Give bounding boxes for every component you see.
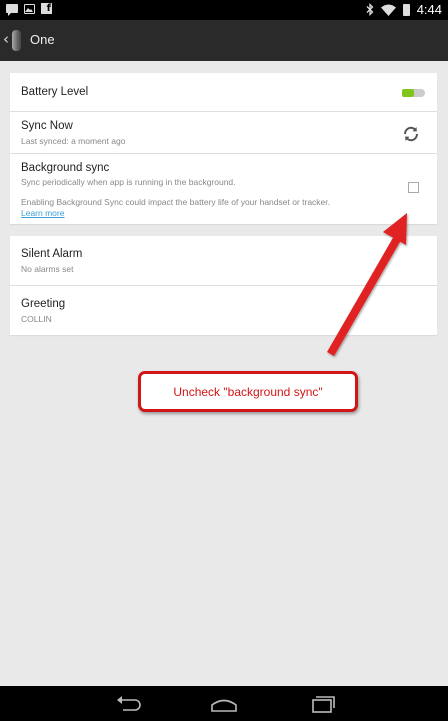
clock: 4:44 bbox=[416, 2, 442, 17]
recents-icon[interactable] bbox=[307, 694, 337, 714]
background-sync-label: Background sync bbox=[21, 162, 110, 174]
tracker-device-icon[interactable] bbox=[12, 30, 21, 51]
last-synced-text: Last synced: a moment ago bbox=[21, 136, 126, 146]
battery-level-label: Battery Level bbox=[21, 86, 89, 98]
silent-alarm-label: Silent Alarm bbox=[21, 248, 83, 260]
page-title: One bbox=[30, 32, 55, 47]
device-settings-card: Battery Level Sync Now Last synced: a mo… bbox=[10, 73, 437, 224]
alarm-greeting-card: Silent Alarm No alarms set Greeting COLL… bbox=[10, 236, 437, 335]
sync-icon[interactable] bbox=[402, 125, 420, 143]
annotation-callout: Uncheck "background sync" bbox=[138, 371, 358, 412]
home-icon[interactable] bbox=[209, 694, 239, 714]
wifi-icon bbox=[380, 4, 396, 16]
bluetooth-icon bbox=[366, 3, 374, 16]
background-sync-row[interactable]: Background sync Sync periodically when a… bbox=[10, 154, 437, 224]
navigation-bar bbox=[0, 686, 448, 721]
back-icon[interactable] bbox=[113, 694, 143, 714]
back-chevron-icon[interactable]: ‹ bbox=[3, 30, 9, 48]
background-sync-checkbox[interactable] bbox=[408, 182, 419, 193]
chat-icon bbox=[6, 4, 18, 16]
sync-now-row[interactable]: Sync Now Last synced: a moment ago bbox=[10, 112, 437, 154]
battery-level-fill bbox=[402, 89, 414, 97]
silent-alarm-status: No alarms set bbox=[21, 264, 74, 274]
sync-now-label: Sync Now bbox=[21, 120, 73, 132]
greeting-value: COLLIN bbox=[21, 314, 52, 324]
image-icon bbox=[24, 3, 35, 14]
silent-alarm-row[interactable]: Silent Alarm No alarms set bbox=[10, 236, 437, 286]
system-icons: 4:44 bbox=[366, 2, 442, 17]
battery-level-row: Battery Level bbox=[10, 73, 437, 112]
battery-icon bbox=[402, 3, 410, 16]
action-bar: ‹ One bbox=[0, 20, 448, 61]
background-sync-description: Sync periodically when app is running in… bbox=[21, 177, 236, 187]
greeting-label: Greeting bbox=[21, 298, 66, 310]
notification-icons: f bbox=[6, 3, 52, 16]
battery-level-indicator bbox=[402, 89, 425, 97]
greeting-row[interactable]: Greeting COLLIN bbox=[10, 286, 437, 335]
background-sync-warning: Enabling Background Sync could impact th… bbox=[21, 197, 331, 207]
facebook-icon: f bbox=[41, 3, 52, 14]
annotation-text: Uncheck "background sync" bbox=[173, 384, 323, 399]
status-bar: f 4:44 bbox=[0, 0, 448, 20]
learn-more-link[interactable]: Learn more bbox=[21, 208, 64, 218]
